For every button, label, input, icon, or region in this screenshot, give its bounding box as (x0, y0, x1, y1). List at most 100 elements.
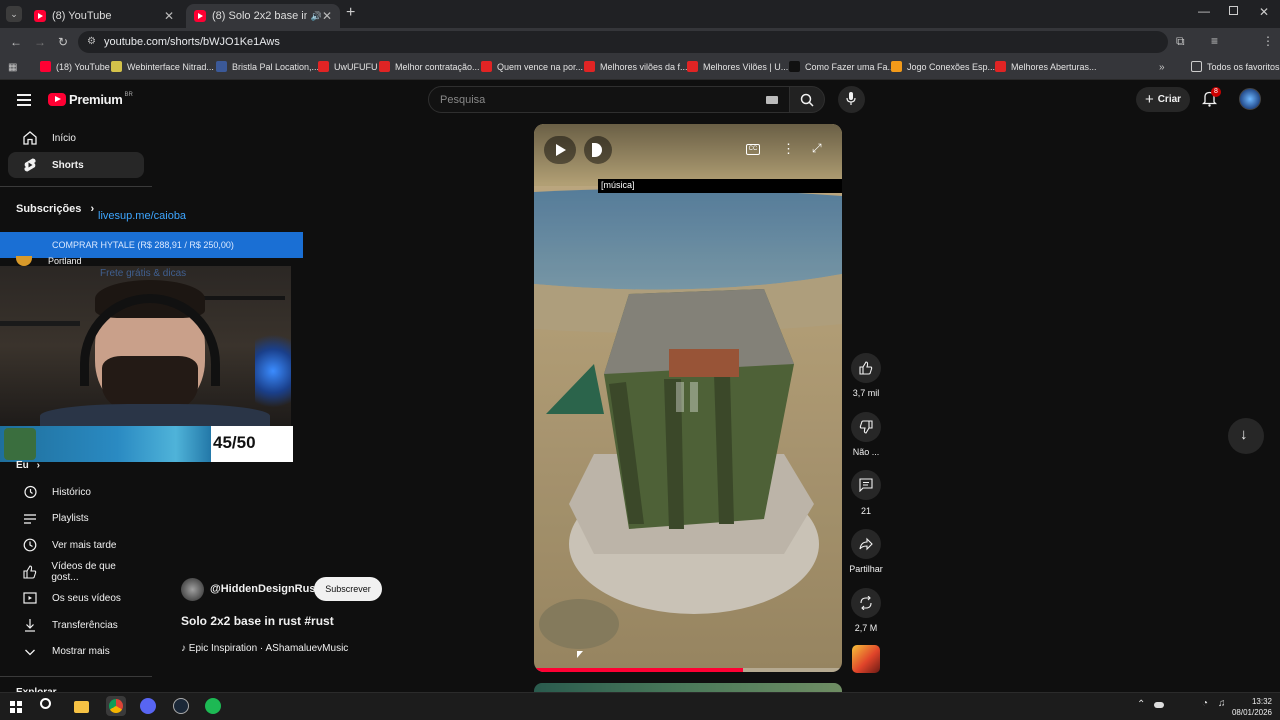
taskbar-search-icon[interactable] (40, 698, 51, 709)
spotify-icon[interactable] (205, 698, 221, 714)
url-text: youtube.com/shorts/bWJO1Ke1Aws (104, 36, 280, 48)
remix-button[interactable] (851, 588, 881, 618)
plus-icon: + (1144, 91, 1154, 108)
youtube-premium-logo[interactable]: Premium BR (48, 92, 133, 107)
minimize-icon[interactable]: — (1198, 4, 1210, 18)
dislike-button[interactable] (851, 412, 881, 442)
keyboard-icon[interactable] (766, 96, 778, 104)
back-icon[interactable]: ← (10, 36, 22, 48)
subscriptions-heading[interactable]: Subscrições › (16, 203, 94, 215)
media-control-icon[interactable]: ≡ (1211, 35, 1218, 47)
windows-start-icon[interactable] (10, 701, 22, 713)
you-title: Eu (16, 460, 29, 471)
sub-item-label: Portland (48, 256, 82, 266)
extensions-icon[interactable]: ⧉ (1176, 35, 1185, 47)
restore-icon[interactable] (1229, 6, 1238, 15)
share-button[interactable] (851, 529, 881, 559)
hamburger-menu-icon[interactable] (17, 94, 31, 106)
channel-avatar (16, 256, 32, 266)
sidebar-item-label: Vídeos de que gost... (51, 560, 116, 583)
account-avatar[interactable] (1239, 88, 1261, 110)
more-bookmarks-icon[interactable]: » (1159, 62, 1165, 74)
apps-grid-icon[interactable]: ▦ (8, 62, 17, 74)
bookmark-item[interactable]: Jogo Conexões Esp... (891, 61, 995, 72)
tab-close-icon[interactable]: ✕ (322, 9, 332, 23)
discord-icon[interactable] (140, 698, 156, 714)
more-options-icon[interactable]: ⋮ (782, 141, 795, 157)
search-input[interactable]: Pesquisa (428, 86, 790, 113)
you-heading[interactable]: Eu › (16, 460, 40, 471)
bookmark-item[interactable]: Webinterface Nitrad... (111, 61, 214, 72)
bookmark-item[interactable]: Melhores Vilões | U... (687, 61, 788, 72)
tab-close-icon[interactable]: ✕ (164, 9, 174, 23)
music-info[interactable]: ♪ Epic Inspiration · AShamaluevMusic (181, 643, 348, 654)
voice-search-button[interactable] (838, 86, 865, 113)
steam-icon[interactable] (173, 698, 189, 714)
bookmark-item[interactable]: Quem vence na por... (481, 61, 583, 72)
bookmark-favicon-icon (584, 61, 595, 72)
video-scrim (534, 124, 842, 184)
tray-chevron-icon[interactable]: ⌃ (1137, 699, 1145, 710)
sidebar-item-shorts[interactable]: Shorts (8, 152, 144, 178)
tab-youtube[interactable]: (8) YouTube ✕ (26, 4, 182, 28)
create-button[interactable]: + Criar (1136, 87, 1190, 112)
bookmark-item[interactable]: (18) YouTube (40, 61, 110, 72)
short-video-player[interactable]: CC ⋮ ⤢ [música] (534, 124, 842, 672)
bookmark-label: UwUFUFU (334, 61, 378, 72)
sidebar-item-like[interactable]: Vídeos de que gost... (8, 559, 144, 585)
sidebar-item-video[interactable]: Os seus vídeos (8, 585, 144, 611)
clock[interactable]: 13:32 08/01/2026 (1230, 696, 1272, 718)
bookmark-item[interactable]: Melhores Aberturas... (995, 61, 1097, 72)
search-button[interactable] (789, 86, 825, 113)
address-bar[interactable]: ⚙ youtube.com/shorts/bWJO1Ke1Aws (78, 31, 1168, 53)
tray-wifi-icon[interactable]: ◔ (1202, 698, 1208, 709)
file-explorer-icon[interactable] (74, 701, 89, 713)
new-tab-button[interactable]: + (346, 4, 355, 22)
tab-short[interactable]: (8) Solo 2x2 base in rust #r... 🔊 ✕ (186, 4, 340, 28)
home-icon (14, 130, 46, 146)
sidebar-item-clock[interactable]: Ver mais tarde (8, 532, 144, 558)
comments-button[interactable] (851, 470, 881, 500)
sidebar-item-download[interactable]: Transferências (8, 612, 144, 638)
tray-cloud-icon[interactable] (1154, 702, 1164, 708)
notifications-button[interactable]: 8 (1201, 87, 1221, 112)
subscribe-button[interactable]: Subscrever (314, 577, 382, 601)
speaker-icon[interactable]: 🔊 (311, 11, 322, 22)
tray-volume-icon[interactable]: ♫ (1218, 698, 1226, 709)
bookmark-item[interactable]: Como Fazer uma Fa... (789, 61, 895, 72)
sub-item-portland[interactable]: Portland (16, 256, 82, 266)
reload-icon[interactable]: ↻ (58, 36, 68, 48)
forward-icon[interactable]: → (34, 36, 46, 48)
site-info-icon[interactable]: ⚙ (87, 36, 96, 47)
sidebar-item-label: Shorts (52, 159, 84, 171)
play-button[interactable] (544, 136, 576, 164)
tab-search-dropdown[interactable]: ⌄ (6, 6, 22, 22)
logo-text: Premium (69, 92, 123, 107)
sound-thumbnail[interactable] (852, 645, 880, 673)
next-short-button[interactable]: ↓ (1228, 418, 1264, 454)
youtube-logo-icon (48, 93, 66, 106)
menu-kebab-icon[interactable]: ⋮ (1262, 35, 1274, 47)
bookmark-item[interactable]: Melhor contratação... (379, 61, 480, 72)
sidebar-item-history[interactable]: Histórico (8, 479, 144, 505)
sidebar-item-home[interactable]: Início (8, 125, 144, 151)
volume-button[interactable] (584, 136, 612, 164)
bookmark-item[interactable]: Bristla Pal Location,... (216, 61, 319, 72)
next-short-preview[interactable] (534, 683, 842, 692)
close-window-icon[interactable]: ✕ (1259, 5, 1269, 19)
channel-name[interactable]: @HiddenDesignRust (210, 583, 319, 595)
like-button[interactable] (851, 353, 881, 383)
bookmark-item[interactable]: Melhores vilões da f... (584, 61, 688, 72)
microphone-icon (846, 92, 856, 105)
sidebar-item-playlist[interactable]: Playlists (8, 506, 144, 532)
all-bookmarks[interactable]: Todos os favoritos (1191, 61, 1280, 72)
play-icon (556, 144, 566, 156)
progress-track[interactable] (534, 668, 842, 672)
chrome-icon[interactable] (106, 696, 126, 716)
channel-avatar[interactable] (181, 578, 204, 601)
captions-button[interactable]: CC (746, 144, 760, 155)
fullscreen-icon[interactable]: ⤢ (812, 141, 822, 156)
bookmark-item[interactable]: UwUFUFU (318, 61, 378, 72)
progress-fill (534, 668, 744, 672)
sidebar-item-chevron-down[interactable]: Mostrar mais (8, 639, 144, 665)
